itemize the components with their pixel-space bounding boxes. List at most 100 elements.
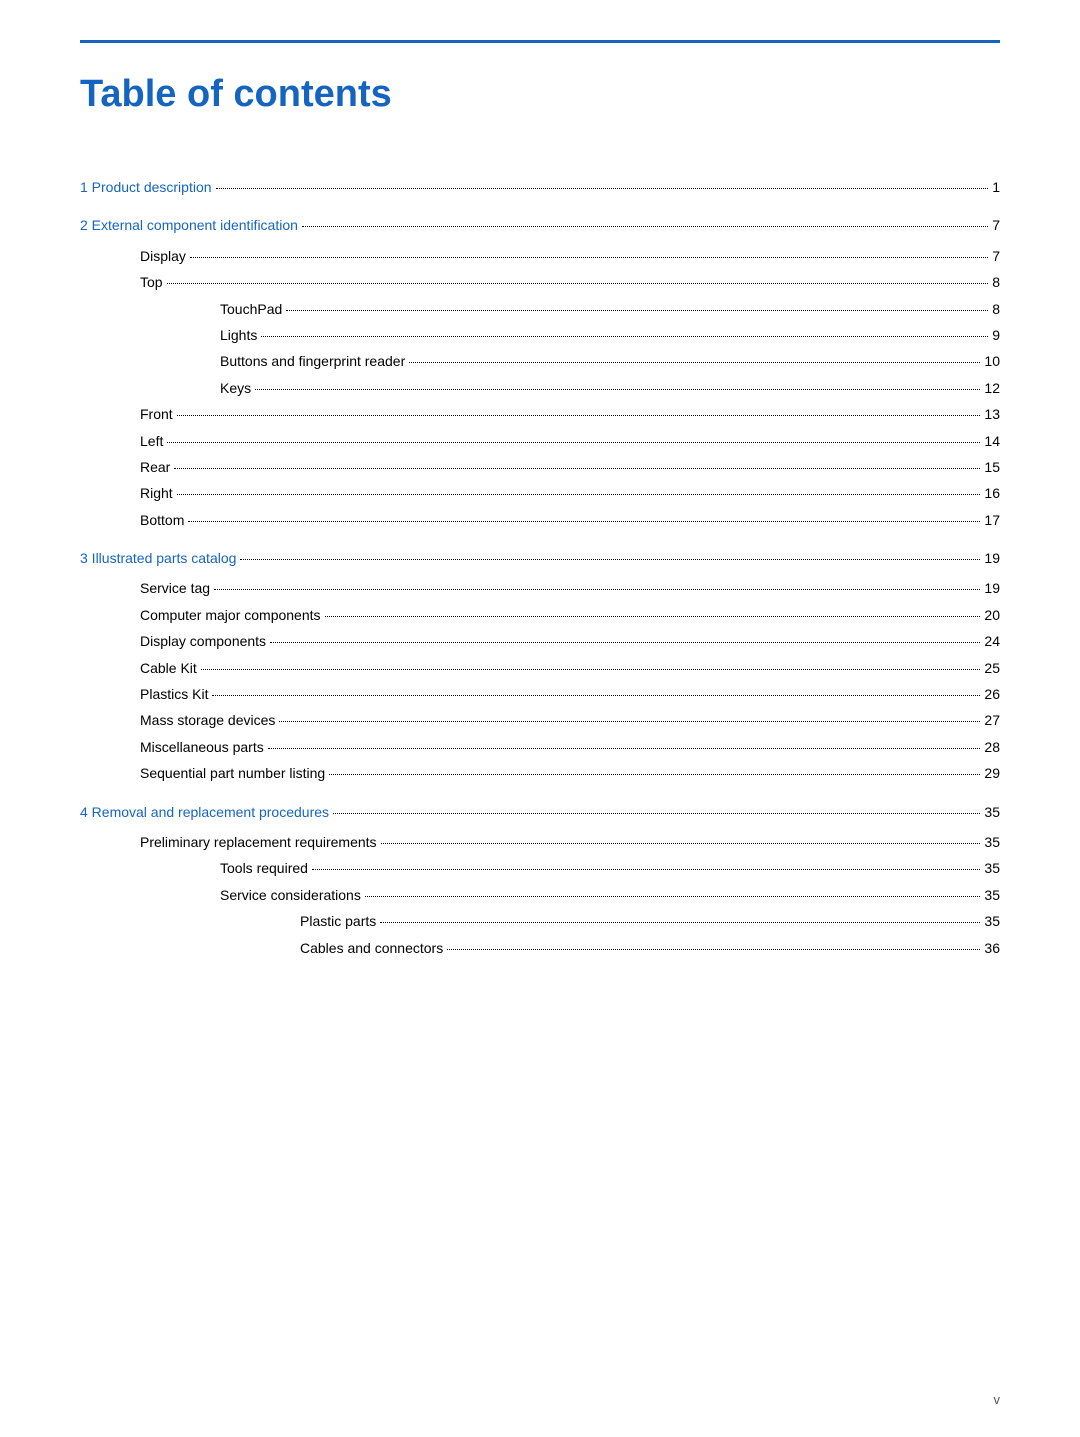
toc-page: 19	[984, 547, 1000, 569]
toc-dots	[240, 559, 980, 560]
toc-label: TouchPad	[220, 298, 282, 320]
toc-label: Bottom	[140, 509, 184, 531]
toc-label: Front	[140, 403, 173, 425]
toc-entry[interactable]: Plastic parts 35	[80, 910, 1000, 932]
toc-dots	[188, 521, 980, 522]
toc-dots	[167, 442, 980, 443]
toc-dots	[216, 188, 989, 189]
toc-label: Plastic parts	[300, 910, 376, 932]
toc-dots	[212, 695, 980, 696]
toc-page: 25	[984, 657, 1000, 679]
toc-dots	[167, 283, 989, 284]
toc-entry[interactable]: Rear 15	[80, 456, 1000, 478]
toc-entry[interactable]: TouchPad 8	[80, 298, 1000, 320]
toc-label: 3 Illustrated parts catalog	[80, 547, 236, 569]
toc-label: Cables and connectors	[300, 937, 443, 959]
toc-dots	[190, 257, 988, 258]
toc-page: 36	[984, 937, 1000, 959]
toc-page: 8	[992, 298, 1000, 320]
toc-dots	[255, 389, 980, 390]
toc-dots	[286, 310, 988, 311]
toc-dots	[279, 721, 980, 722]
toc-page: 1	[992, 176, 1000, 198]
toc-label: Mass storage devices	[140, 709, 275, 731]
toc-entry[interactable]: Plastics Kit 26	[80, 683, 1000, 705]
toc-dots	[261, 336, 988, 337]
toc-page: 17	[984, 509, 1000, 531]
toc-dots	[302, 226, 988, 227]
toc-page: 35	[984, 801, 1000, 823]
toc-label: Cable Kit	[140, 657, 197, 679]
toc-entry[interactable]: Mass storage devices 27	[80, 709, 1000, 731]
toc-entry[interactable]: Preliminary replacement requirements 35	[80, 831, 1000, 853]
toc-page: 15	[984, 456, 1000, 478]
toc-entry[interactable]: 2 External component identification7	[80, 214, 1000, 236]
toc-entry[interactable]: Cables and connectors 36	[80, 937, 1000, 959]
toc-entry[interactable]: Miscellaneous parts28	[80, 736, 1000, 758]
toc-page: 14	[984, 430, 1000, 452]
toc-page: 10	[984, 350, 1000, 372]
toc-dots	[409, 362, 980, 363]
toc-dots	[268, 748, 981, 749]
toc-label: Lights	[220, 324, 257, 346]
page-title: Table of contents	[80, 63, 1000, 116]
toc-container: 1 Product description 1 2 External compone…	[80, 176, 1000, 959]
toc-entry[interactable]: 1 Product description 1	[80, 176, 1000, 198]
toc-label: Buttons and fingerprint reader	[220, 350, 405, 372]
toc-label: Plastics Kit	[140, 683, 208, 705]
toc-dots	[201, 669, 981, 670]
toc-dots	[177, 415, 981, 416]
toc-page: 13	[984, 403, 1000, 425]
toc-dots	[312, 869, 980, 870]
toc-dots	[333, 813, 980, 814]
toc-dots	[177, 494, 981, 495]
toc-page: 29	[984, 762, 1000, 784]
toc-entry[interactable]: Lights 9	[80, 324, 1000, 346]
toc-entry[interactable]: Left 14	[80, 430, 1000, 452]
toc-dots	[329, 774, 980, 775]
toc-dots	[174, 468, 980, 469]
toc-dots	[325, 616, 981, 617]
toc-dots	[214, 589, 980, 590]
toc-label: Preliminary replacement requirements	[140, 831, 377, 853]
toc-entry[interactable]: Service considerations35	[80, 884, 1000, 906]
toc-label: Rear	[140, 456, 170, 478]
toc-entry[interactable]: Top 8	[80, 271, 1000, 293]
toc-page: 27	[984, 709, 1000, 731]
toc-page: 8	[992, 271, 1000, 293]
toc-entry[interactable]: Sequential part number listing29	[80, 762, 1000, 784]
toc-entry[interactable]: Buttons and fingerprint reader 10	[80, 350, 1000, 372]
toc-label: Tools required	[220, 857, 308, 879]
toc-entry[interactable]: Computer major components20	[80, 604, 1000, 626]
toc-dots	[365, 896, 981, 897]
top-border	[80, 40, 1000, 43]
toc-entry[interactable]: Bottom 17	[80, 509, 1000, 531]
toc-page: 7	[992, 245, 1000, 267]
toc-page: 12	[984, 377, 1000, 399]
toc-label: Miscellaneous parts	[140, 736, 264, 758]
toc-page: 9	[992, 324, 1000, 346]
toc-label: Computer major components	[140, 604, 321, 626]
toc-entry[interactable]: Cable Kit 25	[80, 657, 1000, 679]
toc-label: Keys	[220, 377, 251, 399]
toc-page: 35	[984, 831, 1000, 853]
toc-page: 24	[984, 630, 1000, 652]
toc-entry[interactable]: Display components24	[80, 630, 1000, 652]
toc-page: 35	[984, 910, 1000, 932]
toc-entry[interactable]: 3 Illustrated parts catalog 19	[80, 547, 1000, 569]
toc-dots	[270, 642, 980, 643]
toc-dots	[447, 949, 980, 950]
toc-entry[interactable]: 4 Removal and replacement procedures35	[80, 801, 1000, 823]
toc-entry[interactable]: Tools required35	[80, 857, 1000, 879]
toc-label: Left	[140, 430, 163, 452]
page-footer: v	[994, 1392, 1001, 1407]
toc-entry[interactable]: Right16	[80, 482, 1000, 504]
toc-label: Top	[140, 271, 163, 293]
toc-entry[interactable]: Front 13	[80, 403, 1000, 425]
toc-label: 1 Product description	[80, 176, 212, 198]
toc-entry[interactable]: Display7	[80, 245, 1000, 267]
toc-entry[interactable]: Keys 12	[80, 377, 1000, 399]
toc-page: 26	[984, 683, 1000, 705]
toc-page: 7	[992, 214, 1000, 236]
toc-entry[interactable]: Service tag19	[80, 577, 1000, 599]
